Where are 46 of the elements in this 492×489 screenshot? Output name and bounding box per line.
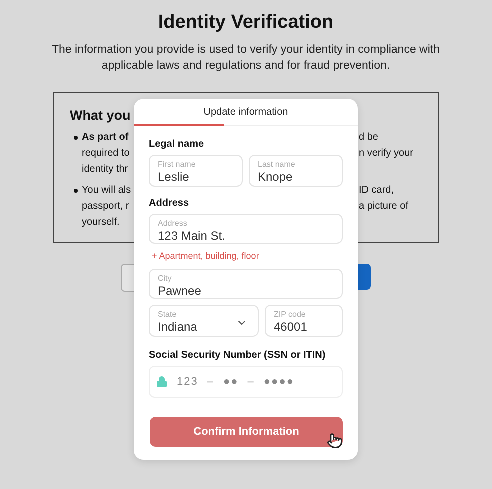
add-address-line-link[interactable]: + Apartment, building, floor	[152, 251, 260, 261]
text-fragment: d be	[359, 131, 378, 145]
text-fragment: As part of	[82, 131, 129, 145]
ssn-text: 123	[177, 376, 198, 388]
field-value: Pawnee	[158, 284, 202, 298]
bullet-dot	[74, 189, 78, 193]
text-fragment: yourself.	[82, 216, 120, 230]
field-label: City	[158, 274, 172, 283]
field-label: First name	[158, 160, 196, 169]
section-label: Address	[149, 198, 190, 209]
lock-icon	[156, 376, 168, 388]
ssn-text: –	[248, 376, 255, 388]
bullet-dot	[74, 136, 78, 140]
last-name-field[interactable]: Last name Knope	[249, 155, 343, 187]
field-label: ZIP code	[274, 310, 306, 319]
box-heading: What you	[70, 108, 131, 123]
zip-field[interactable]: ZIP code 46001	[265, 305, 343, 337]
text-fragment: passport, r	[82, 200, 130, 214]
ssn-text: ●●●●	[264, 376, 294, 388]
page-description: The information you provide is used to verify your identity in compliance with applicable laws and regulations and for fraud prevention.	[51, 43, 441, 74]
text-fragment: n verify your	[359, 147, 414, 161]
field-value: 123 Main St.	[158, 229, 226, 243]
text-fragment: identity thr	[82, 163, 128, 177]
page-title: Identity Verification	[158, 12, 334, 34]
ssn-text: ●●	[223, 376, 239, 388]
text-fragment: required to	[82, 147, 130, 161]
field-label: Last name	[258, 160, 296, 169]
address-field[interactable]: Address 123 Main St.	[149, 214, 343, 244]
section-label: Legal name	[149, 139, 206, 150]
field-label: Address	[158, 219, 188, 228]
field-label: State	[158, 310, 177, 319]
hand-cursor-icon	[327, 433, 343, 449]
text-fragment: You will als	[82, 184, 132, 198]
ssn-field[interactable]: 123 – ●● – ●●●●	[149, 366, 343, 398]
ssn-text: –	[207, 376, 214, 388]
section-label: Social Security Number (SSN or ITIN)	[149, 350, 327, 361]
field-value: Leslie	[158, 170, 190, 184]
text-fragment: a picture of	[359, 200, 408, 214]
text-fragment: ID card,	[359, 184, 394, 198]
city-field[interactable]: City Pawnee	[149, 269, 343, 299]
state-select[interactable]: State Indiana	[149, 305, 259, 337]
field-value: 46001	[274, 320, 308, 334]
field-value: Indiana	[158, 320, 198, 334]
field-value: Knope	[258, 170, 293, 184]
dialog-tab[interactable]: Update information	[134, 99, 358, 125]
first-name-field[interactable]: First name Leslie	[149, 155, 243, 187]
